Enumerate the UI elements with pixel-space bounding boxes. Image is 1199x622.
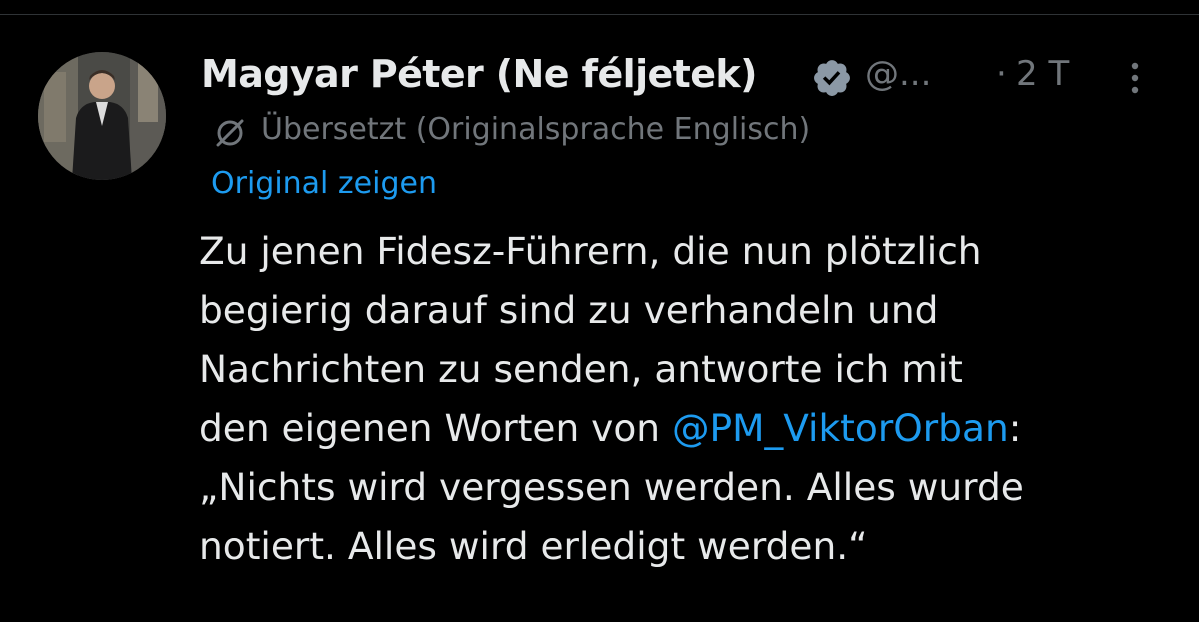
more-options-icon[interactable]	[1125, 58, 1145, 98]
tweet-text-line: notiert. Alles wird erledigt werden.“	[199, 524, 868, 568]
author-handle[interactable]: @...	[865, 54, 931, 94]
verified-badge-icon[interactable]	[811, 57, 853, 99]
time-separator: ·	[996, 54, 1007, 94]
tweet-text-line: „Nichts wird vergessen werden. Alles wur…	[199, 465, 1024, 509]
avatar-photo	[38, 52, 166, 180]
show-original-link[interactable]: Original zeigen	[211, 166, 437, 201]
top-divider	[0, 14, 1199, 15]
avatar[interactable]	[38, 52, 166, 180]
tweet-text-line: begierig darauf sind zu verhandeln und	[199, 288, 939, 332]
tweet-text-segment: :	[1008, 406, 1022, 450]
translate-globe-icon	[216, 119, 244, 147]
tweet-text-line-with-mention: den eigenen Worten von @PM_ViktorOrban:	[199, 399, 1189, 458]
tweet-text-line: Zu jenen Fidesz-Führern, die nun plötzli…	[199, 229, 982, 273]
tweet-header: Magyar Péter (Ne féljetek) @... · 2 T	[201, 44, 1181, 104]
translation-label: Übersetzt (Originalsprache Englisch)	[261, 112, 811, 147]
author-display-name[interactable]: Magyar Péter (Ne féljetek)	[201, 52, 757, 96]
mention-link[interactable]: @PM_ViktorOrban	[672, 406, 1009, 450]
tweet-timestamp[interactable]: 2 T	[1016, 54, 1069, 94]
tweet-text-segment: den eigenen Worten von	[199, 406, 672, 450]
tweet-text: Zu jenen Fidesz-Führern, die nun plötzli…	[199, 222, 1189, 576]
tweet-text-line: Nachrichten zu senden, antworte ich mit	[199, 347, 963, 391]
